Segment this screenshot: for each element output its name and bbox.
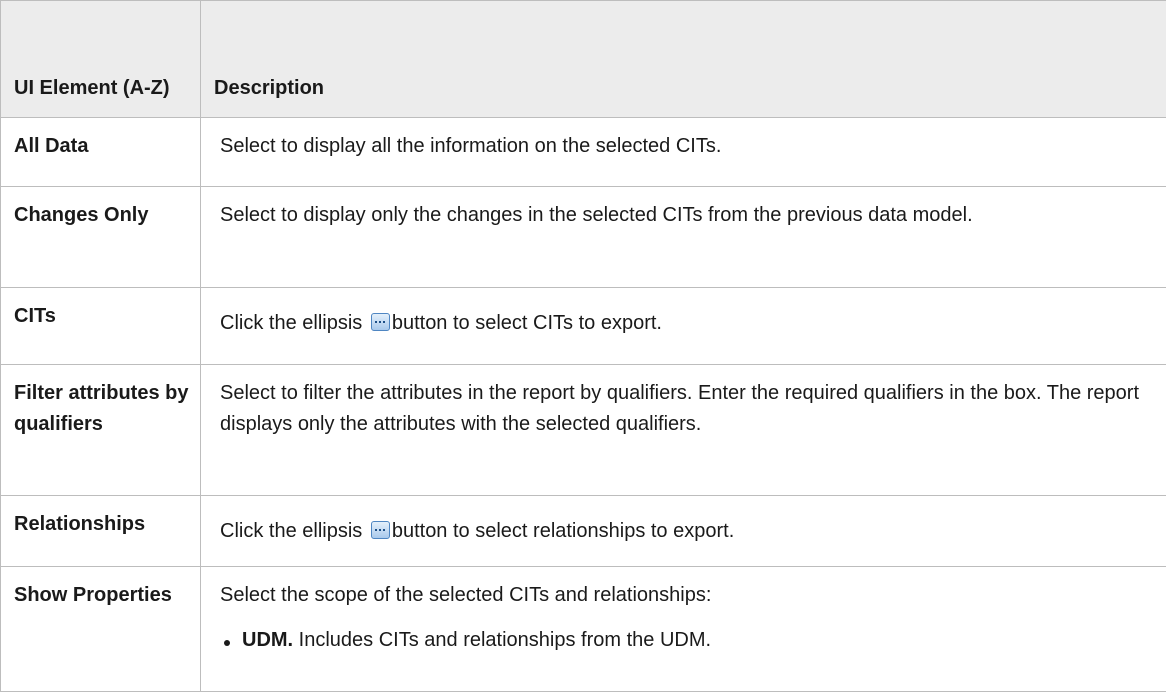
description-text-after: button to select relationships to export… [391, 520, 735, 542]
description-text-before: Click the ellipsis [220, 312, 363, 334]
list-item: UDM. Includes CITs and relationships fro… [220, 625, 1158, 656]
row-element-filter-attributes: Filter attributes by qualifiers [0, 364, 201, 496]
row-description-relationships: Click the ellipsis button to select rela… [200, 495, 1166, 567]
ellipsis-button-icon [370, 313, 390, 331]
header-description: Description [200, 0, 1166, 118]
row-element-show-properties: Show Properties [0, 566, 201, 692]
row-element-changes-only: Changes Only [0, 186, 201, 288]
bullet-term: UDM. [242, 629, 294, 651]
table-header-row: UI Element (A-Z) Description [0, 0, 1166, 118]
ui-elements-table: UI Element (A-Z) Description All Data Se… [0, 0, 1166, 692]
header-ui-element: UI Element (A-Z) [0, 0, 201, 118]
table-row: Changes Only Select to display only the … [0, 186, 1166, 288]
description-text-before: Click the ellipsis [220, 520, 363, 542]
row-element-all-data: All Data [0, 117, 201, 187]
row-element-relationships: Relationships [0, 495, 201, 567]
ellipsis-button-icon [370, 521, 390, 539]
row-description-cits: Click the ellipsis button to select CITs… [200, 287, 1166, 365]
table-row: Filter attributes by qualifiers Select t… [0, 364, 1166, 496]
description-text: Select the scope of the selected CITs an… [220, 584, 712, 606]
scope-bullet-list: UDM. Includes CITs and relationships fro… [220, 625, 1158, 656]
table-row: All Data Select to display all the infor… [0, 117, 1166, 187]
bullet-text: Includes CITs and relationships from the… [298, 629, 712, 651]
table-row: Relationships Click the ellipsis button … [0, 495, 1166, 567]
table-row: CITs Click the ellipsis button to select… [0, 287, 1166, 365]
table-row: Show Properties Select the scope of the … [0, 566, 1166, 692]
row-description-all-data: Select to display all the information on… [200, 117, 1166, 187]
row-element-cits: CITs [0, 287, 201, 365]
row-description-changes-only: Select to display only the changes in th… [200, 186, 1166, 288]
row-description-show-properties: Select the scope of the selected CITs an… [200, 566, 1166, 692]
row-description-filter-attributes: Select to filter the attributes in the r… [200, 364, 1166, 496]
description-text-after: button to select CITs to export. [391, 312, 662, 334]
